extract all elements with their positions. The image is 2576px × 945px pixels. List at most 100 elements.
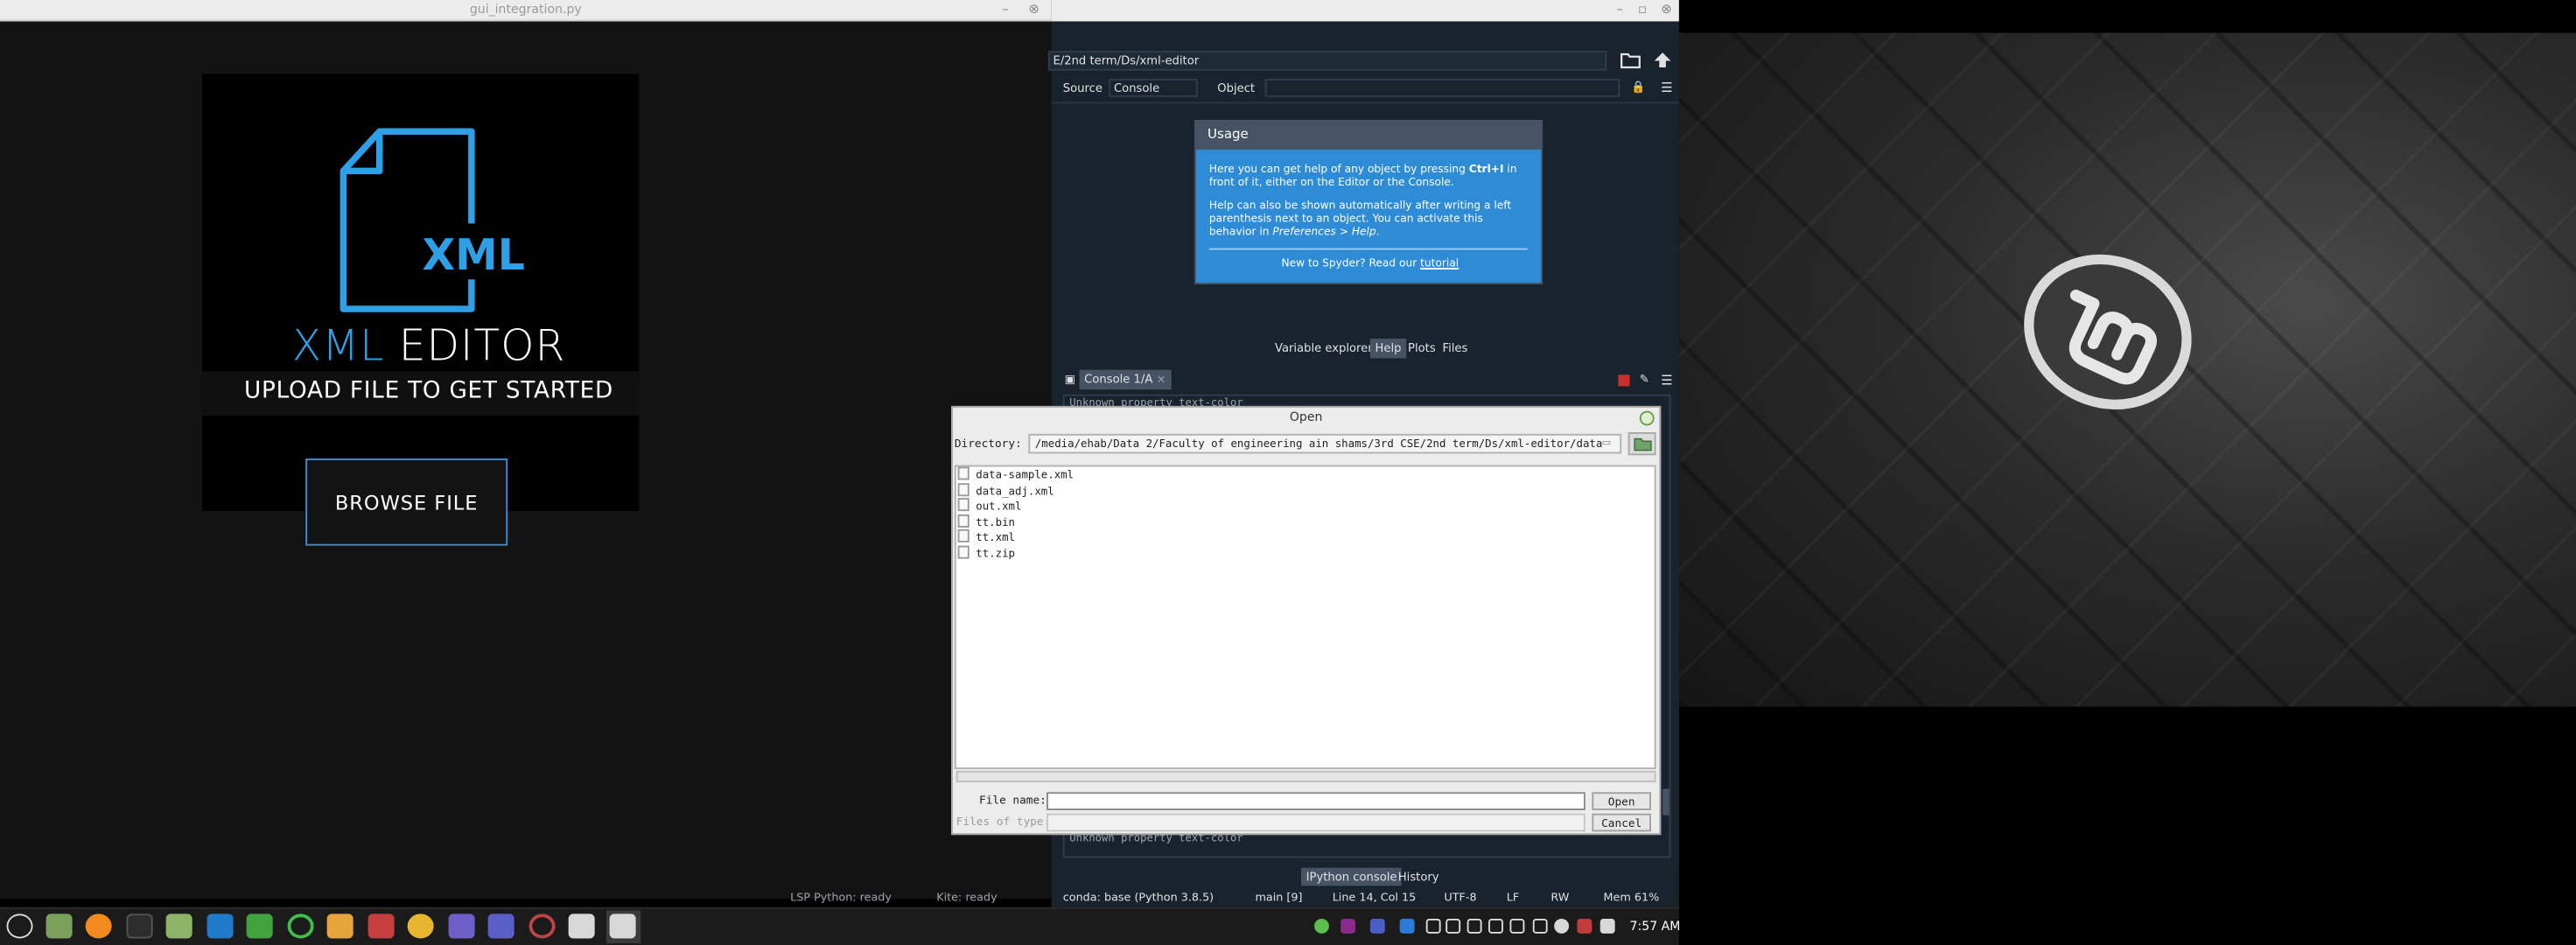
status-memory: Mem 61% (1603, 891, 1660, 905)
flag-icon[interactable] (1577, 918, 1592, 934)
update-icon[interactable] (1314, 918, 1329, 934)
object-input[interactable] (1264, 79, 1620, 97)
status-position: Line 14, Col 15 (1332, 891, 1417, 905)
app-title: XML EDITOR (202, 322, 655, 371)
clock[interactable]: 7:57 AM (1630, 919, 1681, 934)
horizontal-scrollbar[interactable] (956, 770, 1656, 783)
vscode-icon[interactable] (206, 914, 234, 939)
refresh-icon[interactable] (287, 914, 314, 939)
app-title-accent: XML (291, 322, 385, 372)
spyder-icon[interactable] (528, 914, 556, 939)
settings-active-icon[interactable] (609, 914, 636, 939)
file-icon (957, 545, 970, 559)
menu-icon[interactable]: ☰ (1661, 80, 1672, 95)
eraser-icon[interactable]: ✎ (1640, 373, 1649, 386)
qt-icon[interactable] (246, 914, 273, 939)
file-name: tt.xml (976, 530, 1016, 544)
source-select[interactable]: Console (1109, 79, 1198, 97)
console-tab-close-icon[interactable]: × (1157, 373, 1166, 386)
tab-ipython-console[interactable]: IPython console (1301, 867, 1403, 886)
file-list[interactable] (954, 465, 1656, 770)
close-icon[interactable]: ⊗ (1028, 2, 1040, 17)
open-folder-icon[interactable] (1620, 51, 1641, 69)
dialog-close-icon[interactable] (1639, 410, 1655, 426)
list-item[interactable]: out.xml (957, 498, 1021, 513)
tab-history[interactable]: History (1393, 868, 1444, 886)
mint-menu-icon[interactable] (6, 914, 33, 939)
lock-icon[interactable]: 🔒 (1631, 80, 1645, 94)
files-icon[interactable] (46, 914, 73, 939)
cancel-button[interactable]: Cancel (1592, 813, 1651, 832)
spyder-minimize-icon[interactable]: – (1617, 2, 1624, 17)
file-icon (957, 483, 970, 497)
list-item[interactable]: data_adj.xml (957, 483, 1054, 498)
browse-file-button[interactable]: BROWSE FILE (305, 458, 508, 546)
apps-icon[interactable] (368, 914, 395, 939)
status-eol: LF (1506, 891, 1520, 905)
app-tray-icon[interactable] (1340, 918, 1355, 934)
console-tab-label: Console 1/A (1084, 373, 1153, 387)
parent-directory-icon[interactable] (1653, 51, 1673, 69)
tab-plots[interactable]: Plots (1403, 339, 1440, 359)
directory-dropdown-icon[interactable]: ▭ (1602, 438, 1619, 451)
tutorial-link[interactable]: tutorial (1420, 256, 1459, 270)
tab-help[interactable]: Help (1369, 338, 1407, 359)
zoom-tray-icon[interactable] (1399, 918, 1415, 934)
dialog-title: Open (1289, 409, 1323, 424)
file-name: tt.zip (976, 547, 1016, 561)
directory-combo[interactable]: /media/ehab/Data 2/Faculty of engineerin… (1028, 433, 1622, 454)
firefox-icon[interactable] (85, 914, 112, 939)
new-folder-button[interactable] (1628, 431, 1656, 456)
slack-icon[interactable] (326, 914, 354, 939)
display-icon[interactable] (1509, 918, 1525, 934)
minimize-icon[interactable]: – (1002, 2, 1009, 17)
status-conda: conda: base (Python 3.8.5) (1062, 891, 1214, 905)
working-directory-input[interactable]: E/2nd term/Ds/xml-editor (1047, 51, 1607, 71)
console-browse-tabs-icon[interactable]: ▣ (1065, 373, 1075, 386)
network-icon[interactable] (1554, 918, 1570, 934)
files-of-type-label: Files of type: (956, 815, 1051, 829)
console-tab[interactable]: Console 1/A × (1079, 369, 1172, 390)
battery-icon[interactable] (1532, 918, 1548, 934)
settings-icon[interactable] (568, 914, 595, 939)
status-lsp: LSP Python: ready (790, 891, 892, 905)
list-item[interactable]: tt.bin (957, 514, 1015, 529)
spyder-maximize-icon[interactable]: ▫ (1638, 2, 1647, 17)
folder-icon[interactable] (165, 914, 192, 939)
usage-title: Usage (1194, 120, 1544, 150)
usage-footer: New to Spyder? Read our tutorial (1209, 256, 1531, 271)
directory-label: Directory: (954, 437, 1022, 451)
status-encoding: UTF-8 (1444, 891, 1477, 905)
file-name-input[interactable] (1046, 792, 1586, 810)
console-menu-icon[interactable]: ☰ (1661, 373, 1672, 388)
clipboard-icon[interactable] (1446, 918, 1461, 934)
file-icon (957, 514, 970, 528)
notes-icon[interactable] (448, 914, 475, 939)
chrome-icon[interactable] (407, 914, 434, 939)
bluetooth-icon[interactable] (1425, 918, 1441, 934)
list-item[interactable]: tt.zip (957, 545, 1016, 561)
console-scrollbar[interactable] (1662, 788, 1670, 816)
spyder-close-icon[interactable]: ⊗ (1661, 2, 1672, 17)
file-icon (957, 466, 970, 480)
spyder-titlebar[interactable] (1051, 0, 1679, 22)
drive-icon[interactable] (1466, 918, 1482, 934)
usage-divider (1208, 248, 1529, 250)
usage-p1-a: Here you can get help of any object by p… (1208, 162, 1469, 176)
list-item[interactable]: tt.xml (957, 528, 1016, 544)
files-of-type-select[interactable] (1046, 813, 1586, 832)
tab-files[interactable]: Files (1438, 339, 1473, 359)
list-item[interactable]: data-sample.xml (957, 466, 1074, 482)
xml-file-icon: XML (340, 128, 528, 312)
terminal-icon[interactable] (126, 914, 153, 939)
xml-icon-text: XML (423, 230, 525, 280)
file-name: data-sample.xml (976, 468, 1074, 482)
source-value: Console (1113, 81, 1160, 95)
open-button[interactable]: Open (1592, 792, 1651, 810)
shield-icon[interactable] (1488, 918, 1503, 934)
volume-icon[interactable] (1600, 918, 1615, 934)
teams-tray-icon[interactable] (1369, 918, 1385, 934)
tab-variable-explorer[interactable]: Variable explorer (1270, 339, 1377, 359)
teams-icon[interactable] (487, 914, 514, 939)
stop-icon[interactable] (1618, 374, 1630, 387)
